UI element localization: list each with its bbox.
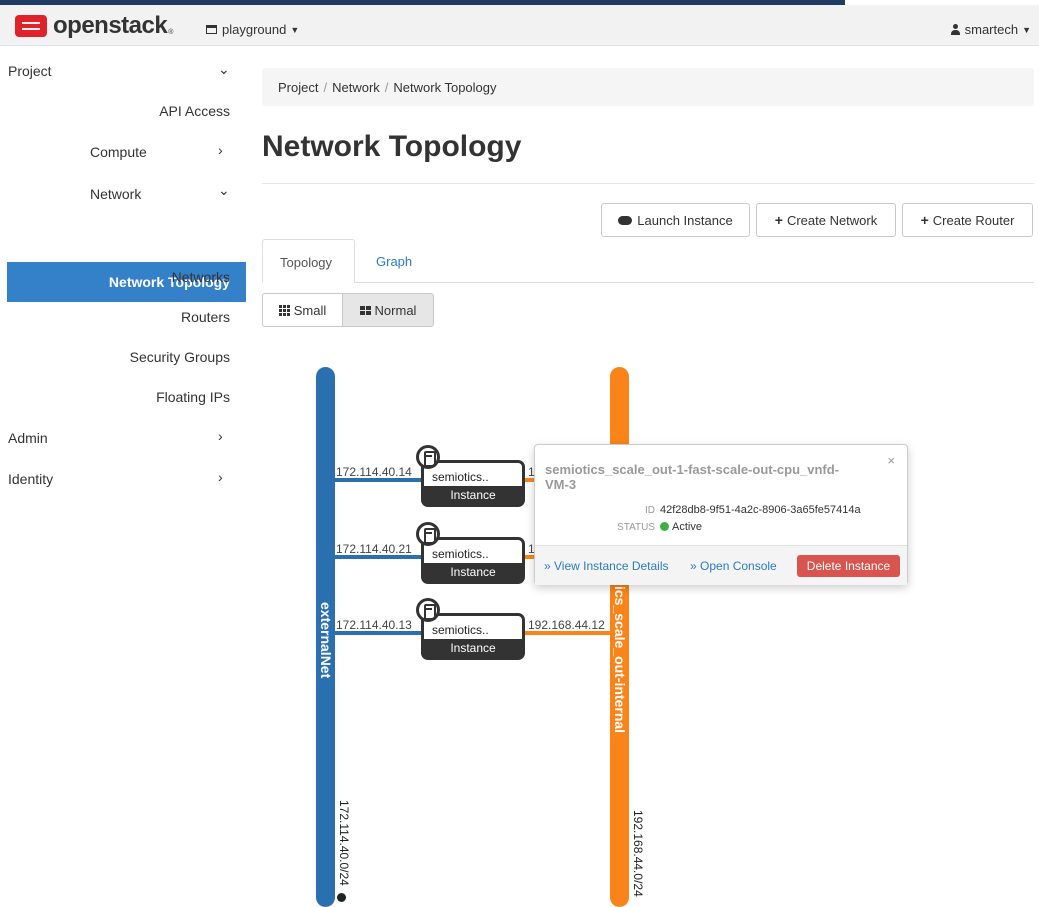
user-name: smartech — [964, 22, 1019, 37]
sidebar-item-network[interactable]: Network — [90, 186, 141, 202]
plus-icon: + — [920, 212, 929, 228]
launch-instance-label: Launch Instance — [637, 212, 733, 228]
delete-instance-button[interactable]: Delete Instance — [797, 555, 900, 577]
sidebar-item-floating-ips[interactable]: Floating IPs — [156, 389, 230, 405]
size-small-button[interactable]: Small — [262, 293, 343, 327]
popover-actions: » View Instance Details » Open Console D… — [535, 545, 907, 585]
instance-type-label: Instance — [424, 486, 522, 504]
page-title: Network Topology — [262, 130, 522, 163]
instance-int-ip: 192.168.44.12 — [528, 618, 605, 632]
chevron-right-icon[interactable]: › — [218, 142, 223, 158]
status-badge: Active — [660, 521, 702, 533]
project-icon — [206, 25, 217, 34]
top-navbar: openstack ® playground ▼ smartech ▼ — [0, 5, 1039, 46]
external-network-name: externalNet — [318, 602, 334, 679]
open-console-link[interactable]: » Open Console — [690, 559, 777, 573]
sidebar-item-security-groups[interactable]: Security Groups — [130, 349, 230, 365]
sidebar-item-project[interactable]: Project — [8, 63, 52, 79]
sidebar-item-api-access[interactable]: API Access — [159, 103, 230, 119]
sidebar: Project ⌄ API Access Compute › Network ⌄… — [0, 46, 246, 907]
th-icon — [278, 304, 290, 316]
project-name: playground — [222, 22, 287, 37]
view-instance-details-link[interactable]: » View Instance Details — [544, 559, 669, 573]
internal-network-name: ics_scale_out-internal — [612, 586, 628, 734]
status-value: Active — [672, 521, 702, 533]
brand-name: openstack — [53, 12, 168, 39]
cloud-upload-icon — [618, 215, 633, 225]
create-router-button[interactable]: + Create Router — [902, 203, 1033, 237]
size-small-label: Small — [293, 302, 327, 318]
user-menu[interactable]: smartech ▼ — [950, 22, 1031, 37]
instance-node[interactable]: semiotics.. Instance — [421, 460, 525, 507]
server-icon — [416, 522, 440, 546]
breadcrumb-separator: / — [384, 80, 389, 95]
tab-graph[interactable]: Graph — [359, 239, 429, 283]
breadcrumb-network[interactable]: Network — [332, 80, 380, 95]
instance-ext-ip: 172.114.40.13 — [336, 618, 412, 632]
sidebar-item-networks[interactable]: Networks — [172, 269, 230, 285]
size-normal-label: Normal — [374, 302, 417, 318]
th-large-icon — [359, 305, 371, 315]
sidebar-item-admin[interactable]: Admin — [8, 430, 48, 446]
instance-type-label: Instance — [424, 639, 522, 657]
id-label: ID — [645, 505, 655, 516]
sidebar-item-compute[interactable]: Compute — [90, 144, 147, 160]
project-selector[interactable]: playground ▼ — [206, 22, 299, 37]
close-icon[interactable]: × — [887, 453, 895, 468]
create-network-label: Create Network — [786, 212, 878, 228]
server-icon — [416, 445, 440, 469]
instance-name: semiotics.. — [432, 470, 489, 484]
view-tabs: Topology Graph — [262, 239, 1034, 283]
instance-popover: semiotics_scale_out-1-fast-scale-out-cpu… — [534, 444, 908, 585]
instance-type-label: Instance — [424, 563, 522, 581]
size-normal-button[interactable]: Normal — [342, 293, 434, 327]
chevron-down-icon[interactable]: ⌄ — [218, 182, 230, 199]
user-icon — [950, 24, 960, 35]
instance-ext-ip: 172.114.40.14 — [336, 465, 412, 479]
external-network-cidr: 172.114.40.0/24 — [337, 800, 351, 886]
create-network-button[interactable]: + Create Network — [756, 203, 896, 237]
status-dot-icon — [660, 522, 669, 531]
instance-ext-ip: 172.114.40.21 — [336, 542, 412, 556]
instance-id-value: 42f28db8-9f51-4a2c-8906-3a65fe57414a — [660, 504, 861, 516]
sidebar-item-routers[interactable]: Routers — [181, 309, 230, 325]
instance-name: semiotics.. — [432, 547, 489, 561]
breadcrumb-separator: / — [323, 80, 328, 95]
chevron-down-icon[interactable]: ⌄ — [218, 61, 230, 78]
brand-registered-mark: ® — [168, 28, 174, 36]
plus-icon: + — [774, 212, 783, 228]
chevron-right-icon[interactable]: › — [218, 428, 223, 444]
globe-icon — [337, 893, 346, 902]
tab-topology[interactable]: Topology — [262, 239, 355, 283]
internal-network-cidr: 192.168.44.0/24 — [631, 810, 645, 897]
breadcrumb: Project / Network / Network Topology — [262, 68, 1034, 106]
instance-node[interactable]: semiotics.. Instance — [421, 537, 525, 584]
breadcrumb-project[interactable]: Project — [278, 80, 318, 95]
create-router-label: Create Router — [932, 212, 1015, 228]
openstack-logo[interactable]: openstack ® — [15, 12, 174, 39]
launch-instance-button[interactable]: Launch Instance — [601, 203, 750, 237]
sidebar-item-identity[interactable]: Identity — [8, 471, 53, 487]
chevron-right-icon[interactable]: › — [218, 469, 223, 485]
openstack-logo-icon — [15, 15, 47, 37]
title-divider — [262, 183, 1034, 184]
status-label: STATUS — [617, 522, 655, 533]
popover-title: semiotics_scale_out-1-fast-scale-out-cpu… — [545, 462, 840, 492]
caret-down-icon: ▼ — [1022, 24, 1031, 35]
instance-node[interactable]: semiotics.. Instance — [421, 613, 525, 660]
instance-name: semiotics.. — [432, 623, 489, 637]
caret-down-icon: ▼ — [290, 24, 300, 35]
server-icon — [416, 598, 440, 622]
breadcrumb-current: Network Topology — [393, 80, 497, 95]
